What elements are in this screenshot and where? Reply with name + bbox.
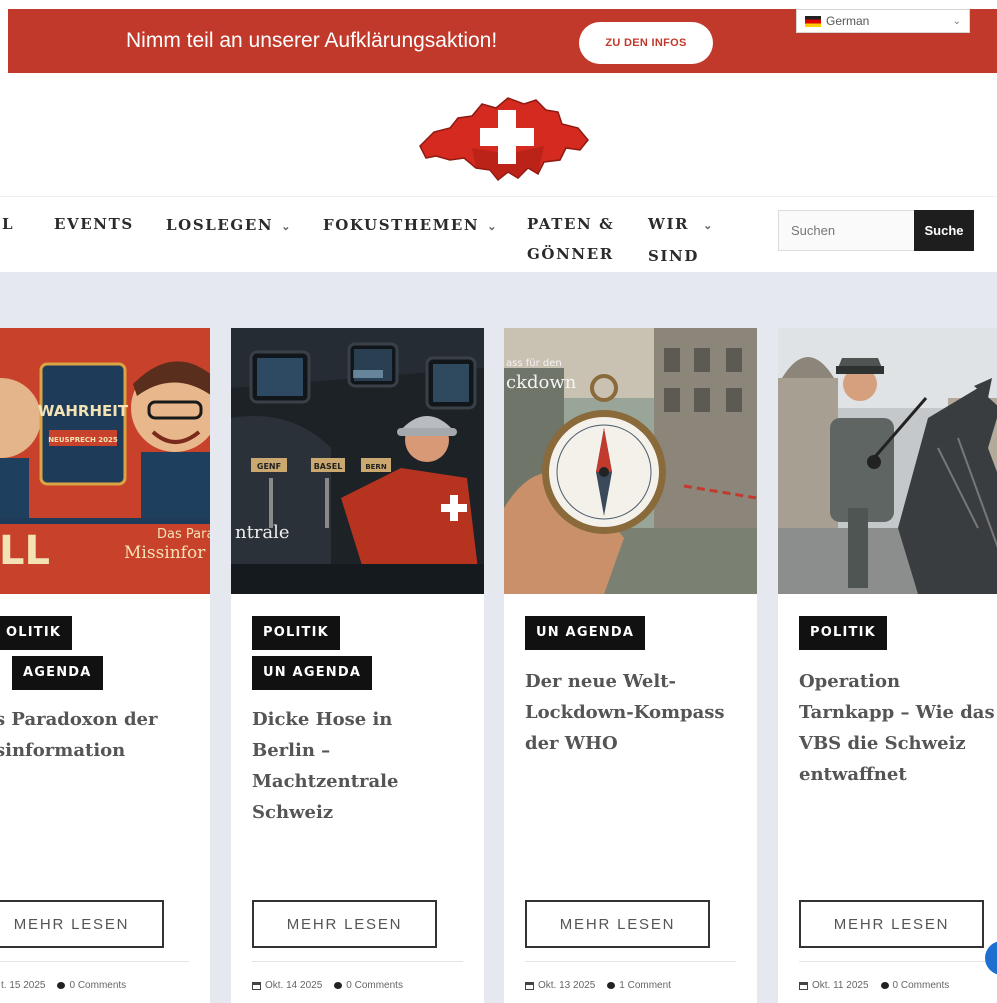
chevron-down-icon: ⌄ xyxy=(703,219,713,232)
divider xyxy=(799,961,997,962)
category-tag[interactable]: OLITIK xyxy=(0,616,73,650)
post-title[interactable]: s Paradoxon der sinformation xyxy=(0,704,210,766)
post-grid: WAHRHEIT NEUSPRECH 2025 LL Das Para Miss… xyxy=(0,272,997,1003)
info-button[interactable]: ZU DEN INFOS xyxy=(579,22,713,64)
comment-count[interactable]: 0 Comments xyxy=(69,980,126,991)
nav-label: EVENTS xyxy=(54,215,134,233)
post-title[interactable]: Operation Tarnkapp – Wie das VBS die Sch… xyxy=(799,666,997,790)
language-select[interactable]: German ⌄ xyxy=(796,9,970,33)
post-date: Okt. 14 2025 xyxy=(265,980,323,991)
general-on-horse-image xyxy=(778,328,997,594)
calendar-icon xyxy=(799,981,808,990)
post-card: ass für den ckdown UN AGENDA Der neue We… xyxy=(504,328,757,1003)
post-meta: t. 15 2025 0 Comments xyxy=(1,980,126,991)
propaganda-poster-image: WAHRHEIT NEUSPRECH 2025 LL Das Para Miss… xyxy=(0,328,210,594)
read-more-button[interactable]: MEHR LESEN xyxy=(525,900,710,948)
comment-icon xyxy=(607,982,616,989)
nav-label: WIR xyxy=(648,215,690,233)
calendar-icon xyxy=(252,981,261,990)
control-room-image: GENF BASEL BERN ntrale xyxy=(231,328,484,594)
search-input[interactable] xyxy=(778,210,915,251)
divider xyxy=(525,961,736,962)
post-title[interactable]: Der neue Welt-Lockdown-Kompass der WHO xyxy=(525,666,740,759)
poster-caption-2: Missinfor xyxy=(124,543,206,563)
chevron-down-icon: ⌄ xyxy=(952,15,961,27)
comment-icon xyxy=(880,982,889,989)
nav-label: SIND xyxy=(648,247,699,265)
poster-caption-1: Das Para xyxy=(157,527,210,542)
post-thumbnail[interactable]: ass für den ckdown xyxy=(504,328,757,594)
category-tag[interactable]: POLITIK xyxy=(252,616,340,650)
post-meta: Okt. 11 2025 0 Comments xyxy=(799,980,949,991)
comment-icon xyxy=(57,982,66,989)
post-title[interactable]: Dicke Hose in Berlin – Machtzentrale Sch… xyxy=(252,704,457,828)
image-caption-2: ckdown xyxy=(506,372,577,393)
comment-count[interactable]: 1 Comment xyxy=(619,980,671,991)
post-thumbnail[interactable]: GENF BASEL BERN ntrale xyxy=(231,328,484,594)
category-tag[interactable]: AGENDA xyxy=(12,656,103,690)
main-navigation: L EVENTS LOSLEGEN ⌄ FOKUSTHEMEN ⌄ PATEN & … xyxy=(0,196,997,272)
comment-count[interactable]: 0 Comments xyxy=(346,980,403,991)
search-button[interactable]: Suche xyxy=(914,210,974,251)
calendar-icon xyxy=(525,981,534,990)
lever-label: GENF xyxy=(257,462,281,471)
nav-item-loslegen[interactable]: LOSLEGEN ⌄ xyxy=(166,210,290,242)
post-card: WAHRHEIT NEUSPRECH 2025 LL Das Para Miss… xyxy=(0,328,210,1003)
announcement-text: Nimm teil an unserer Aufklärungsaktion! xyxy=(126,29,498,52)
read-more-button[interactable]: MEHR LESEN xyxy=(252,900,437,948)
poster-subheading: NEUSPRECH 2025 xyxy=(48,436,118,444)
language-label: German xyxy=(826,14,870,28)
nav-label: GÖNNER xyxy=(527,245,614,263)
image-caption: ntrale xyxy=(235,522,290,543)
divider xyxy=(0,961,189,962)
post-card: GENF BASEL BERN ntrale POLITIK UN AGENDA… xyxy=(231,328,484,1003)
read-more-button[interactable]: MEHR LESEN xyxy=(799,900,984,948)
compass-image: ass für den ckdown xyxy=(504,328,757,594)
comment-count[interactable]: 0 Comments xyxy=(893,980,950,991)
post-thumbnail[interactable]: WAHRHEIT NEUSPRECH 2025 LL Das Para Miss… xyxy=(0,328,210,594)
nav-item-wir-sind[interactable]: WIR ⌄ SIND xyxy=(648,209,712,271)
poster-letters: LL xyxy=(0,528,50,574)
chevron-down-icon: ⌄ xyxy=(487,220,497,233)
chevron-down-icon: ⌄ xyxy=(281,220,291,233)
comment-icon xyxy=(334,982,343,989)
category-tag[interactable]: UN AGENDA xyxy=(252,656,373,690)
nav-item-fokusthemen[interactable]: FOKUSTHEMEN ⌄ xyxy=(323,210,496,242)
post-thumbnail[interactable] xyxy=(778,328,997,594)
nav-label: PATEN & xyxy=(527,215,615,233)
nav-label: FOKUSTHEMEN xyxy=(323,216,480,234)
poster-heading: WAHRHEIT xyxy=(38,402,129,420)
image-caption-1: ass für den xyxy=(506,358,562,369)
german-flag-icon xyxy=(805,15,821,27)
nav-label: L xyxy=(2,215,15,233)
category-tag[interactable]: UN AGENDA xyxy=(525,616,646,650)
category-tag[interactable]: POLITIK xyxy=(799,616,887,650)
post-date: t. 15 2025 xyxy=(1,980,46,991)
nav-item-paten-goenner[interactable]: PATEN & GÖNNER xyxy=(527,209,614,269)
nav-item-partial[interactable]: L xyxy=(2,209,14,239)
post-meta: Okt. 14 2025 0 Comments xyxy=(252,980,403,991)
nav-item-events[interactable]: EVENTS xyxy=(54,209,134,239)
post-meta: Okt. 13 2025 1 Comment xyxy=(525,980,671,991)
divider xyxy=(252,961,463,962)
read-more-button[interactable]: MEHR LESEN xyxy=(0,900,164,948)
lever-label: BASEL xyxy=(314,462,343,471)
lever-label: BERN xyxy=(365,463,387,471)
swiss-map-logo xyxy=(419,97,589,182)
post-card: POLITIK Operation Tarnkapp – Wie das VBS… xyxy=(778,328,997,1003)
site-logo[interactable] xyxy=(412,88,592,188)
post-date: Okt. 13 2025 xyxy=(538,980,596,991)
post-date: Okt. 11 2025 xyxy=(812,980,869,991)
nav-label: LOSLEGEN xyxy=(166,216,274,234)
